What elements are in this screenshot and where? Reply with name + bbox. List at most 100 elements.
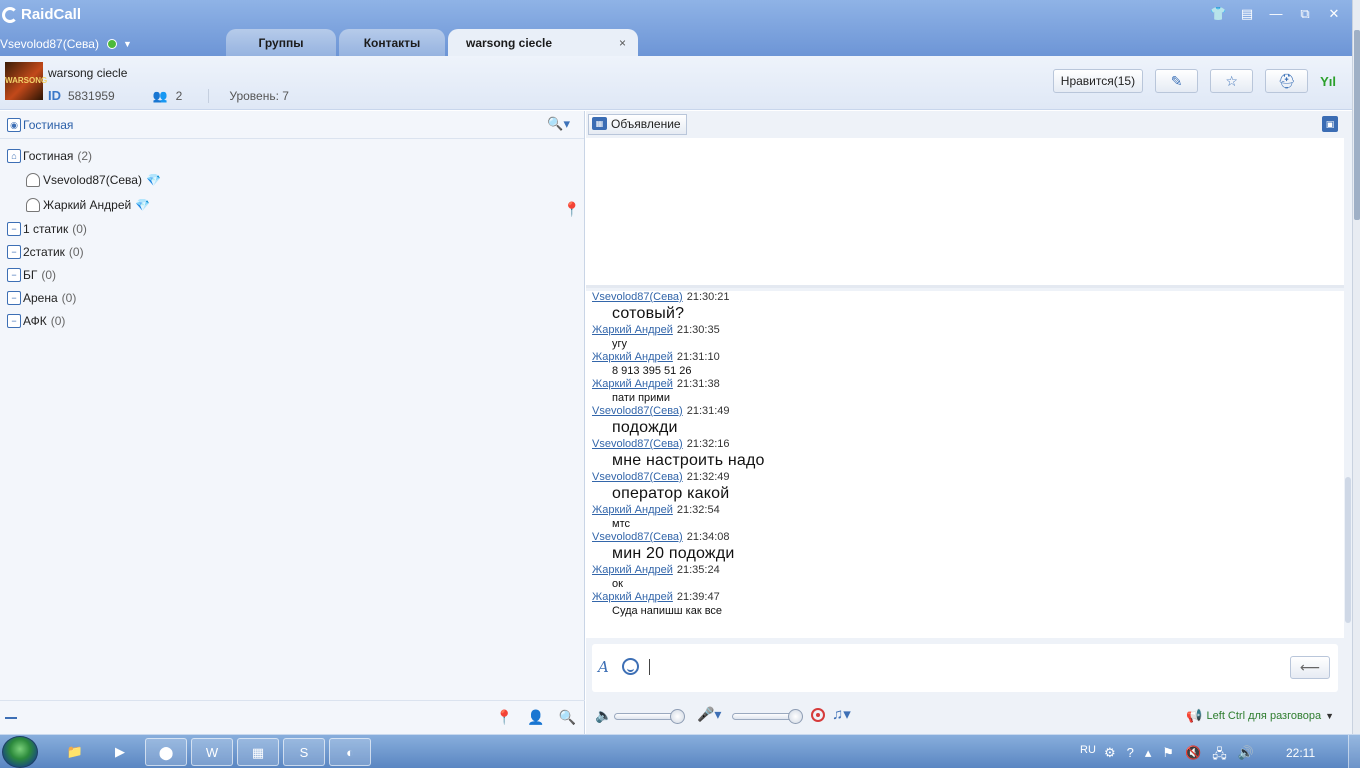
sender-link[interactable]: Жаркий Андрей [592, 351, 673, 363]
sender-link[interactable]: Жаркий Андрей [592, 504, 673, 516]
room-label: 1 статик [23, 222, 69, 236]
push-to-talk[interactable]: 📢 Left Ctrl для разговора ▼ [1186, 708, 1334, 724]
current-room-label: Гостиная [23, 118, 74, 132]
message-text: пати прими [612, 392, 670, 404]
tray-settings-icon[interactable]: ⚙ [1104, 745, 1116, 767]
chevron-down-icon[interactable]: ▼ [1325, 711, 1334, 721]
tree-room[interactable]: − Арена (0) [7, 291, 76, 305]
record-icon[interactable] [811, 708, 825, 722]
restore-icon[interactable]: ⧉ [1297, 6, 1313, 22]
clock[interactable]: 22:11 [1286, 746, 1315, 760]
language-indicator[interactable]: RU [1080, 744, 1096, 756]
explorer-icon[interactable]: 📁 [54, 738, 96, 766]
message-time: 21:39:47 [676, 591, 720, 603]
tree-user[interactable]: Vsevolod87(Сева) 💎 [26, 173, 161, 187]
calculator-icon[interactable]: ▦ [237, 738, 279, 766]
tree-room[interactable]: − 2статик (0) [7, 245, 84, 259]
sender-link[interactable]: Vsevolod87(Сева) [592, 405, 683, 417]
raidcall-icon[interactable]: ◐ [329, 738, 371, 766]
scroll-thumb[interactable] [1345, 477, 1351, 623]
speaker-icon[interactable]: 🔈 [595, 707, 612, 724]
menu-icon[interactable]: ▤ [1239, 6, 1255, 22]
microphone-icon[interactable]: 🎤▾ [697, 706, 721, 723]
message-text: подожди [612, 419, 678, 436]
volume-muted-icon[interactable]: 🔇 [1185, 745, 1201, 767]
current-room[interactable]: ◉ Гостиная [7, 118, 73, 132]
chat-scrollbar[interactable] [1345, 291, 1351, 638]
chat-message: Vsevolod87(Сева) 21:32:49 оператор какой [586, 471, 1344, 504]
channel-avatar[interactable]: WARSONG [5, 62, 47, 100]
font-format-icon[interactable]: A [598, 658, 609, 676]
collapse-icon[interactable]: − [7, 268, 21, 282]
tab-channel[interactable]: warsong ciecle × [448, 29, 638, 56]
media-player-icon[interactable]: ▶ [99, 738, 141, 766]
emoji-icon[interactable] [622, 658, 639, 675]
user-icon[interactable]: 👤 [527, 709, 544, 726]
announcement-button[interactable]: ▦ Объявление [588, 114, 687, 135]
search-icon[interactable]: 🔍 [559, 709, 576, 726]
tree-room[interactable]: − АФК (0) [7, 314, 65, 328]
support-button[interactable]: ⛑ [1265, 69, 1309, 93]
collapse-icon[interactable]: − [7, 291, 21, 305]
chat-log[interactable]: Vsevolod87(Сева) 21:30:21 сотовый? Жаркий А… [586, 291, 1344, 638]
user-status[interactable]: Vsevolod87(Сева) ▼ [0, 37, 132, 51]
flag-icon[interactable]: ⚑ [1162, 745, 1174, 767]
scroll-thumb[interactable] [1354, 30, 1360, 220]
mic-volume-slider[interactable] [732, 709, 803, 724]
help-icon[interactable]: ? [1127, 745, 1134, 767]
sender-link[interactable]: Жаркий Андрей [592, 564, 673, 576]
network-icon[interactable]: 🖧 [1212, 745, 1227, 767]
close-icon[interactable]: ✕ [1326, 6, 1342, 22]
tab-groups[interactable]: Группы [226, 29, 336, 56]
skype-icon[interactable]: S [283, 738, 325, 766]
like-button[interactable]: Нравится(15) [1052, 69, 1144, 93]
tab-close-icon[interactable]: × [619, 29, 626, 57]
online-status-icon[interactable] [106, 39, 117, 49]
edit-profile-button[interactable]: ✎ [1155, 69, 1199, 93]
skin-icon[interactable]: 👕 [1210, 6, 1226, 22]
slider-knob[interactable] [788, 709, 803, 724]
location-icon[interactable]: 📍 [496, 709, 513, 726]
minimize-icon[interactable]: — [1268, 6, 1284, 22]
sender-link[interactable]: Vsevolod87(Сева) [592, 291, 683, 303]
sender-link[interactable]: Vsevolod87(Сева) [592, 438, 683, 450]
tab-contacts[interactable]: Контакты [339, 29, 445, 56]
music-icon[interactable]: ♫▾ [832, 705, 851, 723]
tree-user[interactable]: Жаркий Андрей 💎 [26, 198, 150, 212]
opera-icon[interactable]: ⬤ [145, 738, 187, 766]
start-button[interactable] [2, 736, 38, 768]
members-icon: 👥 [152, 88, 168, 103]
tab-label: Группы [258, 36, 304, 50]
volume-icon[interactable]: 🔊 [1238, 745, 1254, 767]
sender-link[interactable]: Vsevolod87(Сева) [592, 471, 683, 483]
calendar-icon[interactable]: ▣ [1322, 116, 1338, 132]
window-scrollbar[interactable] [1352, 0, 1360, 734]
sender-link[interactable]: Жаркий Андрей [592, 324, 673, 336]
collapse-icon[interactable]: − [7, 314, 21, 328]
favorite-button[interactable]: ☆ [1210, 69, 1254, 93]
collapse-all-button[interactable] [5, 717, 17, 719]
collapse-icon[interactable]: − [7, 222, 21, 236]
chat-message: Vsevolod87(Сева) 21:34:08 мин 20 подожди [586, 531, 1344, 564]
sender-link[interactable]: Vsevolod87(Сева) [592, 531, 683, 543]
message-meta: Жаркий Андрей 21:32:54 [592, 504, 1344, 517]
sender-link[interactable]: Жаркий Андрей [592, 591, 673, 603]
show-hidden-icon[interactable]: ▴ [1145, 745, 1152, 767]
search-user-icon[interactable]: 🔍▾ [547, 116, 570, 132]
message-input[interactable]: A ⟵ [592, 644, 1338, 692]
app-name: RaidCall [21, 6, 82, 23]
message-meta: Жаркий Андрей 21:39:47 [592, 591, 1344, 604]
status-dropdown-icon[interactable]: ▼ [123, 39, 132, 49]
sender-link[interactable]: Жаркий Андрей [592, 378, 673, 390]
message-list: Vsevolod87(Сева) 21:30:21 сотовый? Жаркий А… [586, 291, 1344, 618]
speaker-volume-slider[interactable] [614, 709, 685, 724]
tree-room[interactable]: − 1 статик (0) [7, 222, 87, 236]
wow-icon[interactable]: W [191, 738, 233, 766]
show-desktop-button[interactable] [1348, 735, 1360, 768]
slider-knob[interactable] [670, 709, 685, 724]
tree-room[interactable]: − БГ (0) [7, 268, 56, 282]
tree-room-lobby[interactable]: ⌂ Гостиная (2) [7, 149, 92, 163]
location-pin-icon[interactable]: 📍 [563, 201, 580, 218]
collapse-icon[interactable]: − [7, 245, 21, 259]
send-button[interactable]: ⟵ [1290, 656, 1330, 679]
